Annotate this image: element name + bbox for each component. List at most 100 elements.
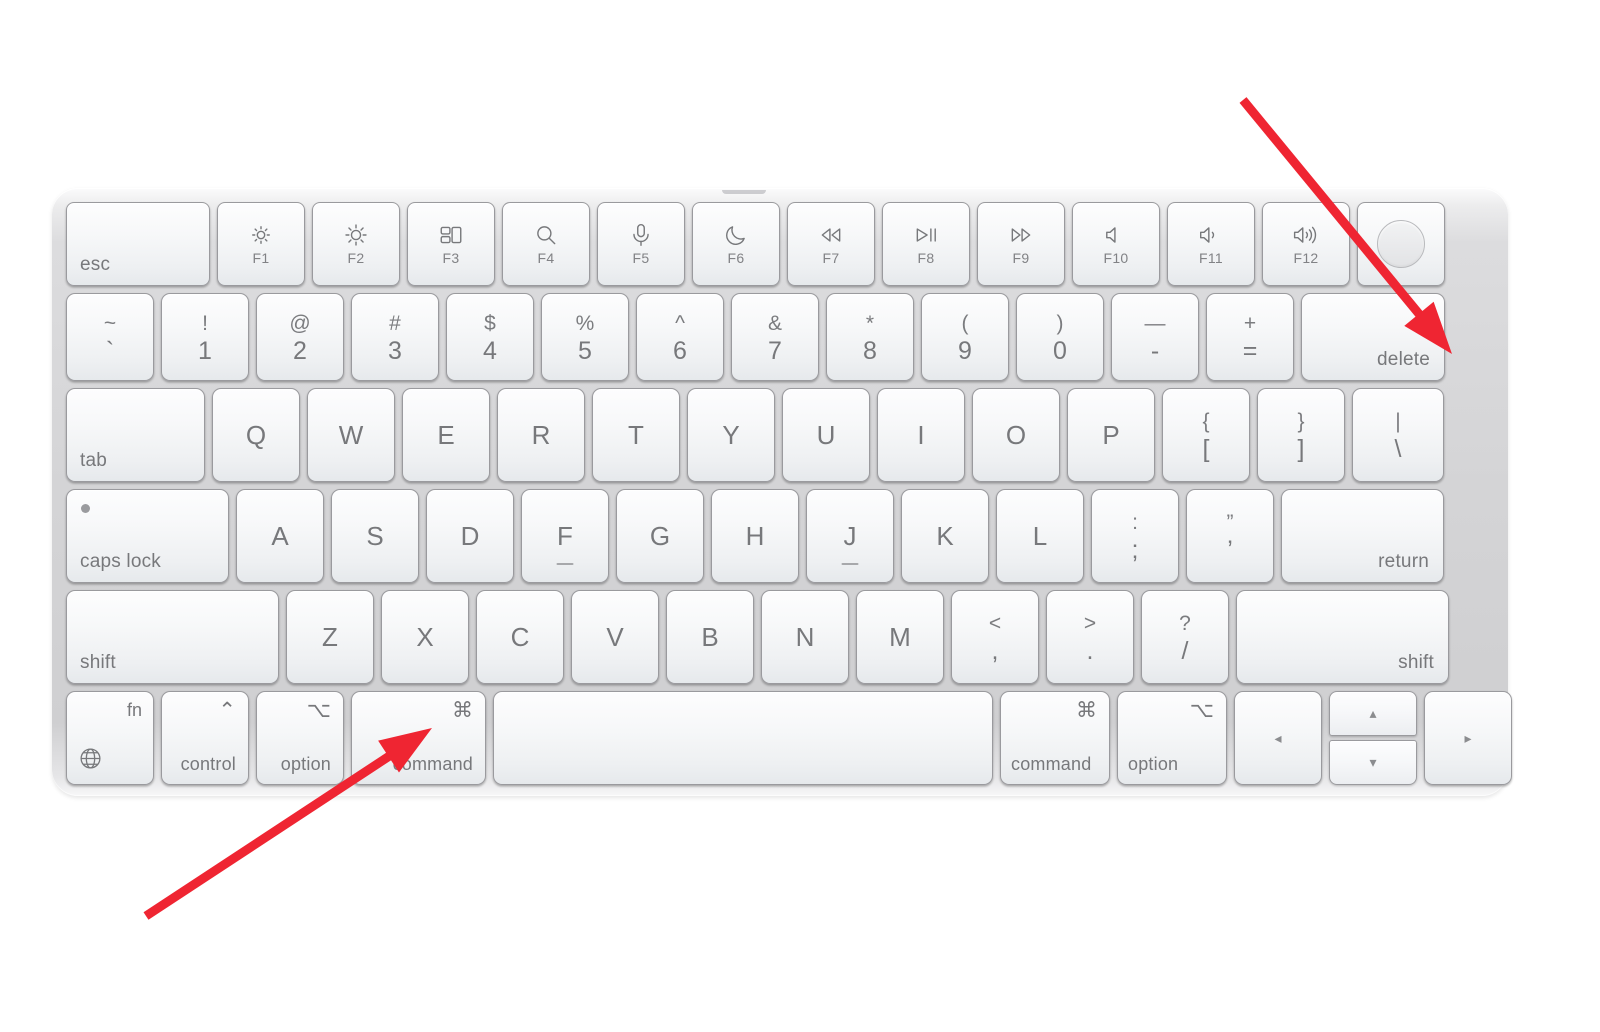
key-t[interactable]: T [592,388,680,482]
modifier-symbol-icon: ⌥ [1189,699,1214,722]
key-f9[interactable]: F9 [977,202,1065,286]
key-key[interactable]: — - [1111,293,1199,381]
key-key[interactable]: | \ [1352,388,1444,482]
key-key[interactable]: ”’ [1186,489,1274,583]
key-i[interactable]: I [877,388,965,482]
key-shift-legend: * [865,312,875,335]
key-base-legend: 1 [198,337,212,365]
key-g[interactable]: G [616,489,704,583]
key-f12[interactable]: F12 [1262,202,1350,286]
key-option[interactable]: ⌥ option [1117,691,1227,785]
key-label: E [437,419,455,450]
key-9[interactable]: (9 [921,293,1009,381]
key-label: J [843,520,857,551]
key-key[interactable]: ? / [1141,590,1229,684]
key-shift[interactable]: shift [66,590,279,684]
key-7[interactable]: & 7 [731,293,819,381]
key-base-legend: 6 [673,337,687,365]
key-key[interactable]: <, [951,590,1039,684]
key-f[interactable]: F [521,489,609,583]
key-return[interactable]: return [1281,489,1444,583]
key-1[interactable]: ! 1 [161,293,249,381]
key-label: X [416,621,434,652]
key-tab[interactable]: tab [66,388,205,482]
key-v[interactable]: V [571,590,659,684]
key-q[interactable]: Q [212,388,300,482]
key-command[interactable]: ⌘ command [351,691,486,785]
key-3[interactable]: #3 [351,293,439,381]
key-esc[interactable]: esc [66,202,210,286]
key-b[interactable]: B [666,590,754,684]
key-base-legend: ] [1297,435,1305,463]
key-caps-lock[interactable]: caps lock [66,489,229,583]
key-l[interactable]: L [996,489,1084,583]
key-f4[interactable]: F4 [502,202,590,286]
key-x[interactable]: X [381,590,469,684]
key-h[interactable]: H [711,489,799,583]
key-label: Q [245,419,267,450]
key-n[interactable]: N [761,590,849,684]
key-f7[interactable]: F7 [787,202,875,286]
key-key[interactable]: }] [1257,388,1345,482]
key-f6[interactable]: F6 [692,202,780,286]
key-base-legend: [ [1202,435,1210,463]
key-o[interactable]: O [972,388,1060,482]
key-2[interactable]: @2 [256,293,344,381]
key-f11[interactable]: F11 [1167,202,1255,286]
key-delete[interactable]: delete [1301,293,1445,381]
key-j[interactable]: J [806,489,894,583]
key-key[interactable]: {[ [1162,388,1250,482]
key-f1[interactable]: F1 [217,202,305,286]
key-0[interactable]: ) 0 [1016,293,1104,381]
key-6[interactable]: ^ 6 [636,293,724,381]
key-8[interactable]: * 8 [826,293,914,381]
key-label: R [531,419,551,450]
key-arrow-left[interactable]: ◂ [1234,691,1322,785]
key-key[interactable]: >. [1046,590,1134,684]
key-z[interactable]: Z [286,590,374,684]
key-u[interactable]: U [782,388,870,482]
key-4[interactable]: $4 [446,293,534,381]
key-f10[interactable]: F10 [1072,202,1160,286]
key-key[interactable]: + = [1206,293,1294,381]
key-k[interactable]: K [901,489,989,583]
key-f8[interactable]: F8 [882,202,970,286]
key-r[interactable]: R [497,388,585,482]
touch-id-icon[interactable] [1377,220,1425,268]
home-key-row: caps lock A S D F G H J K L:;”’ return [66,489,1494,583]
key-arrow-down[interactable]: ▾ [1329,740,1417,785]
key-shift[interactable]: shift [1236,590,1449,684]
key-f5[interactable]: F5 [597,202,685,286]
modifier-symbol-icon: ⌥ [306,699,331,722]
key-a[interactable]: A [236,489,324,583]
key-fn[interactable]: fn [66,691,154,785]
key-base-legend: 0 [1053,337,1067,365]
key-arrow-right[interactable]: ▸ [1424,691,1512,785]
key-touch-id[interactable] [1357,202,1445,286]
key-shift-legend: # [389,312,401,335]
key-f3[interactable]: F3 [407,202,495,286]
key-key[interactable]: :; [1091,489,1179,583]
key-command[interactable]: ⌘ command [1000,691,1110,785]
key-label: esc [80,254,111,275]
home-row-bump-icon [841,562,859,565]
shift-key-row: shift Z X C V B N M <, >.? / shift [66,590,1494,684]
key-y[interactable]: Y [687,388,775,482]
key-base-legend: \ [1394,435,1402,463]
key-backtick[interactable]: ~ ` [66,293,154,381]
key-f2[interactable]: F2 [312,202,400,286]
key-w[interactable]: W [307,388,395,482]
key-option[interactable]: ⌥ option [256,691,344,785]
key-space[interactable] [493,691,993,785]
key-p[interactable]: P [1067,388,1155,482]
key-m[interactable]: M [856,590,944,684]
modifier-symbol-icon: ⌘ [1076,699,1097,722]
key-e[interactable]: E [402,388,490,482]
key-control[interactable]: ⌃ control [161,691,249,785]
key-label: F [557,520,573,551]
key-s[interactable]: S [331,489,419,583]
key-5[interactable]: % 5 [541,293,629,381]
key-arrow-up[interactable]: ▴ [1329,691,1417,736]
key-c[interactable]: C [476,590,564,684]
key-d[interactable]: D [426,489,514,583]
